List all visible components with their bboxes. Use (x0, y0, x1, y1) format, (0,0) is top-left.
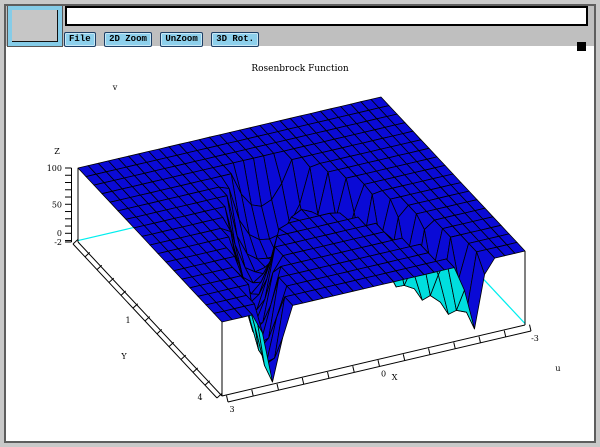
svg-text:u: u (555, 364, 560, 373)
svg-text:0: 0 (57, 229, 62, 238)
svg-text:0: 0 (381, 370, 386, 379)
surface-plot: -2050100Z30-3X14Yuv (6, 46, 594, 437)
status-input[interactable] (65, 6, 588, 26)
svg-text:Z: Z (54, 147, 60, 156)
svg-text:v: v (112, 83, 118, 92)
rot-3d-button[interactable]: 3D Rot. (211, 32, 259, 47)
svg-text:-2: -2 (54, 238, 62, 247)
svg-text:4: 4 (197, 393, 202, 402)
toolbar-buttons: File 2D Zoom UnZoom 3D Rot. (64, 28, 263, 44)
window-content: File 2D Zoom UnZoom 3D Rot. Rosenbrock F… (4, 4, 596, 443)
svg-text:1: 1 (125, 316, 130, 325)
unzoom-button[interactable]: UnZoom (160, 32, 202, 47)
svg-text:Y: Y (120, 352, 127, 361)
window-icon-button[interactable] (8, 6, 62, 46)
zoom-2d-button[interactable]: 2D Zoom (104, 32, 152, 47)
svg-text:X: X (392, 373, 398, 382)
svg-text:50: 50 (52, 200, 62, 209)
toolbar: File 2D Zoom UnZoom 3D Rot. (6, 6, 594, 46)
svg-text:3: 3 (229, 405, 234, 414)
file-button[interactable]: File (64, 32, 96, 47)
app-window: File 2D Zoom UnZoom 3D Rot. Rosenbrock F… (0, 0, 600, 447)
svg-text:-3: -3 (531, 334, 539, 343)
svg-text:100: 100 (47, 164, 62, 173)
